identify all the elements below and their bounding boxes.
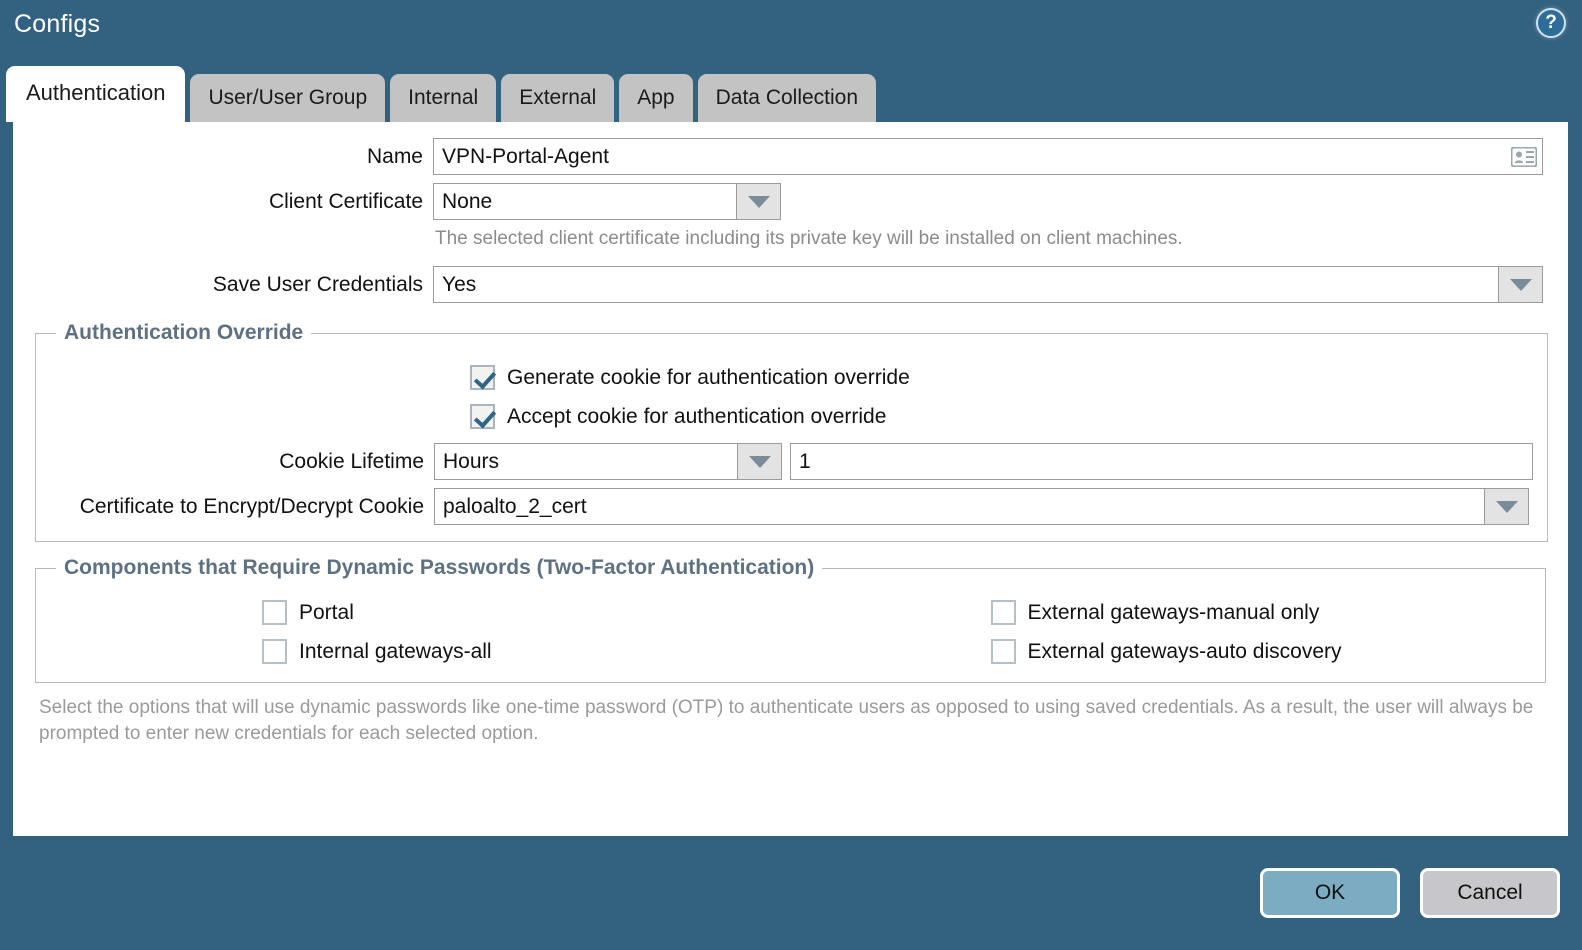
cookie-lifetime-label: Cookie Lifetime: [279, 449, 424, 473]
dynamic-passwords-right-column: External gateways-manual only External g…: [791, 594, 1532, 666]
title-bar: Configs ?: [0, 0, 1582, 62]
cookie-lifetime-amount-input[interactable]: 1: [790, 443, 1533, 480]
tab-external[interactable]: External: [501, 74, 615, 122]
dynamic-passwords-left-column: Portal Internal gateways-all: [50, 594, 791, 666]
save-user-credentials-row: Save User Credentials Yes: [35, 266, 1546, 303]
accept-cookie-row: Accept cookie for authentication overrid…: [470, 404, 1533, 429]
client-certificate-hint: The selected client certificate includin…: [435, 228, 1183, 249]
external-gateways-manual-row: External gateways-manual only: [990, 600, 1532, 625]
footer-buttons: OK Cancel: [1260, 868, 1560, 918]
generate-cookie-label: Generate cookie for authentication overr…: [507, 365, 910, 389]
portal-row: Portal: [262, 600, 791, 625]
dynamic-passwords-note: Select the options that will use dynamic…: [39, 697, 1534, 744]
cookie-certificate-value: paloalto_2_cert: [443, 494, 587, 518]
external-gateways-manual-label: External gateways-manual only: [1027, 600, 1320, 624]
name-input[interactable]: VPN-Portal-Agent: [433, 138, 1543, 175]
tab-label: External: [519, 86, 597, 109]
internal-gateways-row: Internal gateways-all: [262, 639, 791, 664]
authentication-override-group: Authentication Override Generate cookie …: [35, 321, 1548, 542]
tab-data-collection[interactable]: Data Collection: [697, 74, 877, 122]
portal-label: Portal: [299, 600, 354, 624]
tab-app[interactable]: App: [619, 74, 693, 122]
tab-authentication[interactable]: Authentication: [6, 66, 186, 122]
cookie-lifetime-amount-value: 1: [799, 449, 811, 473]
cookie-lifetime-unit-select[interactable]: Hours: [434, 443, 782, 480]
cookie-lifetime-unit-value: Hours: [443, 449, 500, 473]
tab-label: Data Collection: [715, 86, 859, 109]
client-certificate-row: Client Certificate None: [35, 183, 1546, 220]
external-gateways-auto-label: External gateways-auto discovery: [1027, 639, 1342, 663]
cookie-lifetime-row: Cookie Lifetime Hours 1: [36, 443, 1533, 480]
tab-panel-authentication: Name VPN-Portal-Agent Client Certificate…: [6, 122, 1575, 836]
dynamic-passwords-columns: Portal Internal gateways-all External ga…: [50, 594, 1531, 666]
save-user-credentials-label: Save User Credentials: [212, 272, 423, 296]
cookie-certificate-label: Certificate to Encrypt/Decrypt Cookie: [79, 494, 424, 518]
tab-label: Authentication: [26, 80, 166, 105]
chevron-down-icon[interactable]: [736, 184, 780, 219]
accept-cookie-label: Accept cookie for authentication overrid…: [507, 404, 887, 428]
client-certificate-select[interactable]: None: [433, 183, 781, 220]
ok-button[interactable]: OK: [1260, 868, 1400, 918]
external-gateways-manual-checkbox[interactable]: [990, 600, 1016, 625]
client-certificate-value: None: [442, 189, 493, 213]
chevron-down-icon[interactable]: [1498, 267, 1542, 302]
generate-cookie-row: Generate cookie for authentication overr…: [470, 365, 1533, 390]
generate-cookie-checkbox[interactable]: [470, 365, 495, 390]
save-user-credentials-value: Yes: [442, 272, 477, 296]
tab-label: Internal: [408, 86, 479, 109]
tab-label: User/User Group: [208, 86, 368, 109]
portal-checkbox[interactable]: [262, 600, 287, 625]
authentication-override-legend: Authentication Override: [64, 321, 304, 344]
id-card-icon[interactable]: [1506, 139, 1542, 174]
client-certificate-label: Client Certificate: [268, 189, 423, 213]
tab-user-user-group[interactable]: User/User Group: [190, 74, 386, 122]
cancel-button[interactable]: Cancel: [1420, 868, 1560, 918]
dynamic-passwords-group: Components that Require Dynamic Password…: [35, 556, 1546, 683]
name-row: Name VPN-Portal-Agent: [35, 138, 1546, 175]
external-gateways-auto-row: External gateways-auto discovery: [990, 639, 1532, 664]
dynamic-passwords-legend: Components that Require Dynamic Password…: [64, 556, 815, 579]
cookie-certificate-select[interactable]: paloalto_2_cert: [434, 488, 1529, 525]
chevron-down-icon[interactable]: [737, 444, 781, 479]
save-user-credentials-select[interactable]: Yes: [433, 266, 1543, 303]
internal-gateways-label: Internal gateways-all: [299, 639, 492, 663]
dialog-footer: OK Cancel: [0, 836, 1582, 950]
tab-strip: Authentication User/User Group Internal …: [6, 66, 877, 122]
name-label: Name: [366, 144, 423, 168]
external-gateways-auto-checkbox[interactable]: [990, 639, 1016, 664]
tab-internal[interactable]: Internal: [390, 74, 497, 122]
help-circle-icon[interactable]: ?: [1536, 8, 1566, 38]
page-title: Configs: [14, 10, 101, 38]
tab-label: App: [637, 86, 675, 109]
cookie-certificate-row: Certificate to Encrypt/Decrypt Cookie pa…: [36, 488, 1533, 525]
internal-gateways-checkbox[interactable]: [262, 639, 287, 664]
accept-cookie-checkbox[interactable]: [470, 404, 495, 429]
name-value: VPN-Portal-Agent: [442, 144, 609, 168]
chevron-down-icon[interactable]: [1484, 489, 1528, 524]
configs-dialog: Configs ? Authentication User/User Group…: [0, 0, 1582, 950]
